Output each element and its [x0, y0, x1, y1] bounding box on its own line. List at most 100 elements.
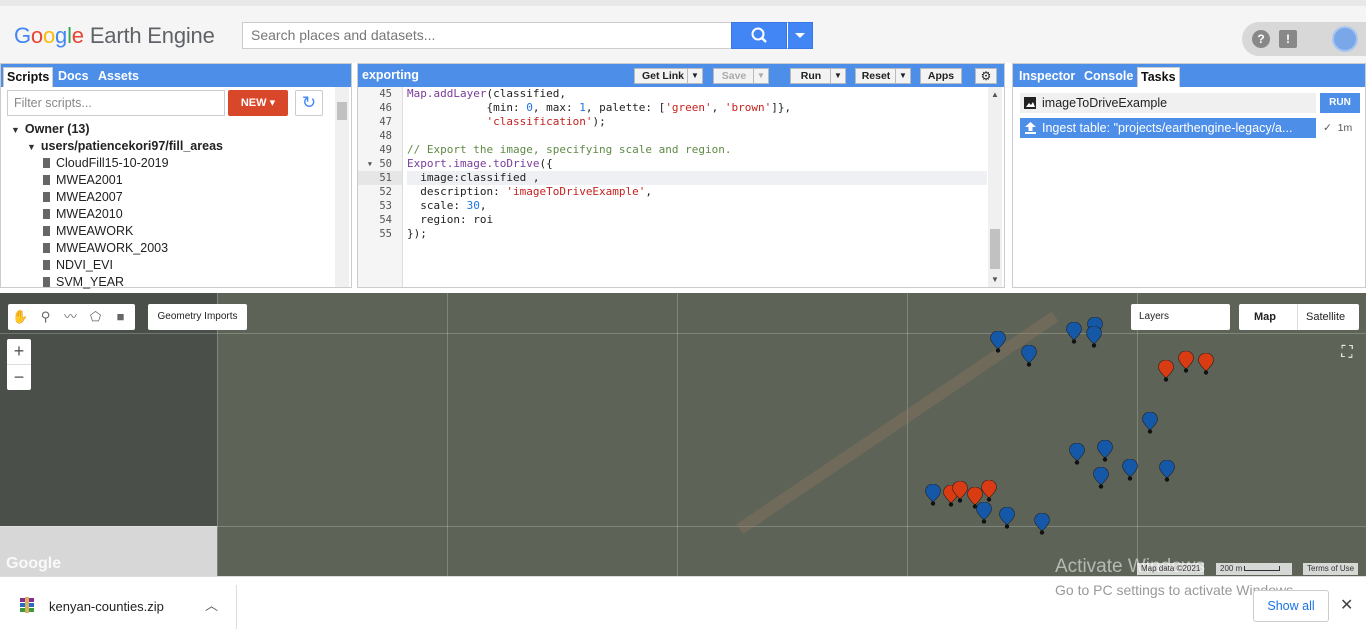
search-button[interactable]	[731, 22, 787, 49]
map-marker-icon[interactable]	[981, 480, 997, 502]
map-marker-icon[interactable]	[1178, 351, 1194, 373]
feedback-icon[interactable]: !	[1279, 30, 1297, 48]
map-view[interactable]: ✋ ⚲ 〰 ⬠ ■ Geometry Imports + − Layers Ma…	[0, 293, 1366, 576]
code-line[interactable]: // Export the image, specifying scale an…	[407, 143, 987, 157]
tab-scripts[interactable]: Scripts	[3, 67, 54, 87]
save-dropdown[interactable]: ▼	[753, 68, 769, 84]
refresh-button[interactable]: ↻	[295, 90, 323, 116]
map-data-attribution[interactable]: Map data ©2021	[1137, 563, 1205, 575]
editor-scrollbar[interactable]: ▲ ▼	[988, 87, 1002, 287]
map-marker-icon[interactable]	[1086, 326, 1102, 348]
map-marker-icon[interactable]	[1122, 459, 1138, 481]
tree-owner[interactable]: ▼ Owner (13)	[9, 121, 334, 138]
script-label: MWEAWORK	[56, 224, 134, 238]
scrollbar-thumb[interactable]	[337, 102, 347, 120]
download-file-name[interactable]: kenyan-counties.zip	[49, 599, 164, 614]
map-marker-icon[interactable]	[1034, 513, 1050, 535]
map-marker-icon[interactable]	[1066, 322, 1082, 344]
scripts-scrollbar[interactable]	[335, 87, 349, 287]
map-marker-icon[interactable]	[1093, 467, 1109, 489]
zoom-in-button[interactable]: +	[7, 339, 31, 364]
map-marker-icon[interactable]	[1097, 440, 1113, 462]
map-marker-icon[interactable]	[1021, 345, 1037, 367]
tab-tasks[interactable]: Tasks	[1137, 67, 1180, 87]
code-line[interactable]	[407, 129, 987, 143]
scripts-panel: Scripts Docs Assets Filter scripts... NE…	[0, 63, 352, 291]
earth-engine-logo[interactable]: Google Earth Engine	[14, 23, 215, 49]
close-icon[interactable]: ✕	[1340, 595, 1353, 615]
task-item[interactable]: Ingest table: "projects/earthengine-lega…	[1020, 118, 1316, 138]
zoom-out-button[interactable]: −	[7, 364, 31, 389]
filter-scripts-input[interactable]: Filter scripts...	[7, 90, 225, 116]
search-options-button[interactable]	[787, 22, 813, 49]
get-link-button[interactable]: Get Link	[634, 68, 692, 84]
run-task-button[interactable]: RUN	[1320, 93, 1360, 113]
map-type-map[interactable]: Map	[1254, 304, 1276, 330]
script-item[interactable]: NDVI_EVI	[9, 257, 334, 274]
polygon-tool-icon[interactable]: ⬠	[83, 304, 108, 330]
rectangle-tool-icon[interactable]: ■	[108, 304, 133, 330]
apps-button[interactable]: Apps	[920, 68, 962, 84]
script-item[interactable]: MWEAWORK	[9, 223, 334, 240]
logo-letter: o	[30, 23, 43, 48]
line-number-value: 50	[379, 158, 392, 170]
script-item[interactable]: MWEA2001	[9, 172, 334, 189]
hand-icon[interactable]: ✋	[8, 304, 33, 330]
fullscreen-icon[interactable]: ⛶	[1335, 341, 1359, 365]
script-item[interactable]: MWEA2010	[9, 206, 334, 223]
code-line[interactable]: {min: 0, max: 1, palette: ['green', 'bro…	[407, 101, 987, 115]
map-marker-icon[interactable]	[952, 481, 968, 503]
code-line[interactable]: 'classification');	[407, 115, 987, 129]
code-line[interactable]: Map.addLayer(classified,	[407, 87, 987, 101]
map-marker-icon[interactable]	[1198, 353, 1214, 375]
scroll-down-icon[interactable]: ▼	[991, 275, 999, 284]
code-line[interactable]: image:classified ,	[407, 171, 987, 185]
map-marker-icon[interactable]	[999, 507, 1015, 529]
save-button[interactable]: Save	[713, 68, 755, 84]
settings-button[interactable]: ⚙	[975, 68, 997, 84]
code-line[interactable]: description: 'imageToDriveExample',	[407, 185, 987, 199]
map-marker-icon[interactable]	[1142, 412, 1158, 434]
map-marker-icon[interactable]	[1158, 360, 1174, 382]
map-marker-icon[interactable]	[990, 331, 1006, 353]
chevron-up-icon[interactable]: ︿	[205, 595, 218, 614]
script-item[interactable]: CloudFill15-10-2019	[9, 155, 334, 172]
script-item[interactable]: MWEA2007	[9, 189, 334, 206]
code-line[interactable]: });	[407, 227, 987, 241]
script-item[interactable]: MWEAWORK_2003	[9, 240, 334, 257]
get-link-dropdown[interactable]: ▼	[687, 68, 703, 84]
scroll-up-icon[interactable]: ▲	[991, 90, 999, 99]
tree-repo[interactable]: ▼ users/patiencekori97/fill_areas	[9, 138, 334, 155]
marker-tool-icon[interactable]: ⚲	[33, 304, 58, 330]
layers-button[interactable]: Layers	[1131, 304, 1230, 330]
tab-docs[interactable]: Docs	[55, 67, 92, 87]
reset-button[interactable]: Reset	[855, 68, 897, 84]
scrollbar-thumb[interactable]	[990, 229, 1000, 269]
map-type-satellite[interactable]: Satellite	[1306, 304, 1345, 330]
terms-link[interactable]: Terms of Use	[1303, 563, 1359, 575]
run-dropdown[interactable]: ▼	[830, 68, 846, 84]
tab-inspector[interactable]: Inspector	[1016, 67, 1078, 87]
search-input[interactable]: Search places and datasets...	[242, 22, 732, 49]
code-line[interactable]: region: roi	[407, 213, 987, 227]
show-all-button[interactable]: Show all	[1253, 590, 1329, 622]
run-button[interactable]: Run	[790, 68, 832, 84]
code-line[interactable]: scale: 30,	[407, 199, 987, 213]
help-icon[interactable]: ?	[1252, 30, 1270, 48]
map-marker-icon[interactable]	[1069, 443, 1085, 465]
map-marker-icon[interactable]	[976, 502, 992, 524]
map-marker-icon[interactable]	[925, 484, 941, 506]
tab-console[interactable]: Console	[1081, 67, 1136, 87]
code-area[interactable]: Map.addLayer(classified, {min: 0, max: 1…	[407, 87, 987, 241]
line-tool-icon[interactable]: 〰	[58, 304, 83, 330]
map-marker-icon[interactable]	[1159, 460, 1175, 482]
geometry-imports-button[interactable]: Geometry Imports	[148, 304, 247, 330]
script-item[interactable]: SVM_YEAR	[9, 274, 334, 291]
tab-assets[interactable]: Assets	[95, 67, 142, 87]
avatar[interactable]	[1332, 26, 1358, 52]
reset-dropdown[interactable]: ▼	[895, 68, 911, 84]
editor-toolbar: exporting Get Link ▼ Save ▼ Run ▼ Reset …	[358, 64, 1004, 87]
new-button[interactable]: NEW ▾	[228, 90, 288, 116]
task-item[interactable]: imageToDriveExample	[1020, 93, 1316, 113]
code-line[interactable]: Export.image.toDrive({	[407, 157, 987, 171]
